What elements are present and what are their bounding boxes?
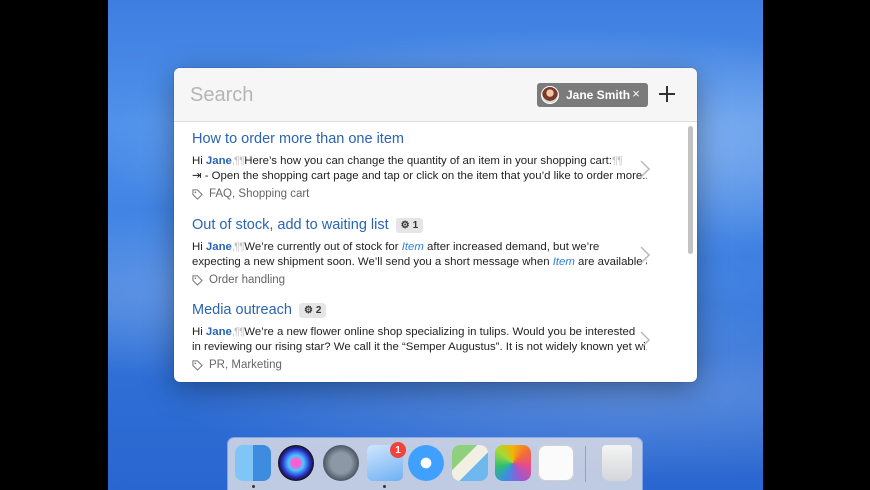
list-item[interactable]: How to order more than one item Hi Jane,… [174,123,684,207]
result-snippet: Hi Jane,¶¶We’re currently out of stock f… [192,241,647,268]
user-filter-name: Jane Smith [566,88,631,102]
siri-icon[interactable] [278,445,314,481]
dock-divider [585,446,586,482]
list-item[interactable]: Out of stock, add to waiting list ⚙ 1 Hi … [174,209,684,293]
result-title: Out of stock, add to waiting list [192,217,389,233]
snippet-search-panel: Jane Smith × How to order more than one … [174,68,697,382]
mail-badge: 1 [390,442,406,458]
gear-icon: ⚙ [303,304,313,316]
gear-icon: ⚙ [400,219,410,231]
finder-icon[interactable] [235,445,271,481]
placeholder-name: Jane [205,155,232,167]
result-tags: Order handling [192,274,285,286]
result-snippet: Hi Jane,¶¶We’re a new flower online shop… [192,326,647,353]
results-scrollbar[interactable] [687,124,694,380]
placeholder-name: Jane [205,326,232,338]
running-indicator [252,485,255,488]
tag-icon [192,359,203,371]
list-item[interactable]: Media outreach ⚙ 2 Hi Jane,¶¶We’re a new … [174,294,684,378]
photos-icon[interactable] [495,445,531,481]
tag-icon [192,188,203,200]
running-indicator [383,485,386,488]
tag-icon [192,274,203,286]
placeholder-name: Jane [205,241,232,253]
maps-icon[interactable] [452,445,488,481]
scrollbar-thumb[interactable] [688,126,693,254]
search-input[interactable] [190,80,530,110]
result-title: How to order more than one item [192,131,404,147]
result-title: Media outreach [192,302,292,318]
placeholder-item: Item [552,256,575,268]
dock: 1 [228,438,642,490]
launchpad-icon[interactable] [323,445,359,481]
user-filter-chip[interactable]: Jane Smith × [537,83,648,107]
result-tags: FAQ, Shopping cart [192,188,309,200]
chevron-right-icon [638,330,652,350]
trash-icon[interactable] [602,445,632,481]
chevron-right-icon [638,159,652,179]
avatar [541,86,559,104]
usage-count-badge: ⚙ 1 [395,217,424,233]
usage-count-badge: ⚙ 2 [298,302,327,318]
safari-icon[interactable] [408,445,444,481]
placeholder-item: Item [401,241,424,253]
chevron-right-icon [638,245,652,265]
search-bar: Jane Smith × [174,68,697,122]
reminders-icon[interactable] [538,445,574,481]
result-tags: PR, Marketing [192,359,282,371]
remove-user-filter-icon[interactable]: × [630,86,642,101]
result-snippet: Hi Jane,¶¶Here’s how you can change the … [192,155,647,182]
add-snippet-button[interactable] [655,82,679,106]
results-list: How to order more than one item Hi Jane,… [174,123,697,382]
